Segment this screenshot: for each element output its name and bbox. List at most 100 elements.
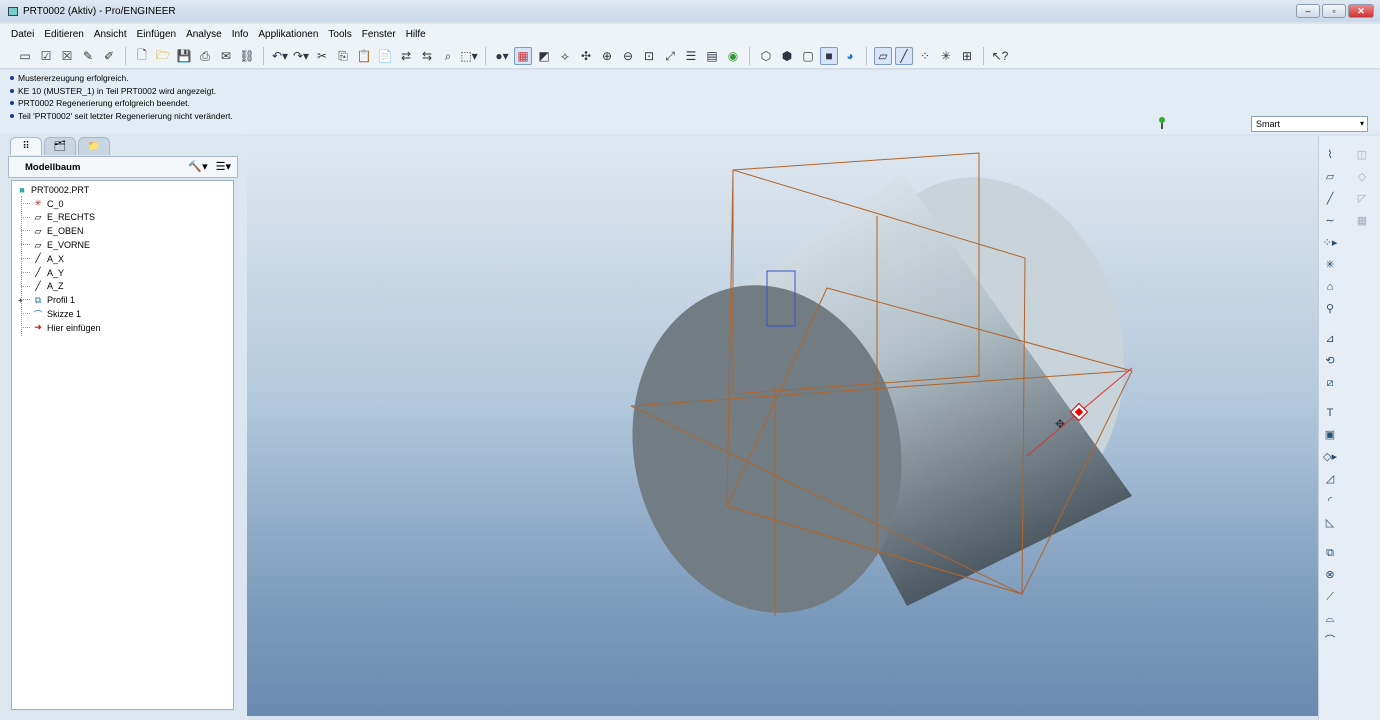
paste-icon[interactable]: 📋 (355, 47, 373, 65)
repaint-icon[interactable]: ◩ (535, 47, 553, 65)
component-tool-icon[interactable]: ◫ (1353, 146, 1371, 164)
coordinate-systems-toggle-icon[interactable]: ✳ (937, 47, 955, 65)
thicken-tool-icon[interactable]: ⌒ (1321, 632, 1339, 650)
draft-tool-icon[interactable]: ◿ (1321, 470, 1339, 488)
redo-icon[interactable]: ↷▾ (292, 47, 310, 65)
revolve-tool-icon[interactable]: ⟲ (1321, 352, 1339, 370)
wireframe-icon[interactable]: ⬡ (757, 47, 775, 65)
shell-tool-icon[interactable]: ▣ (1321, 426, 1339, 444)
no-hidden-icon[interactable]: ▢ (799, 47, 817, 65)
datum-axis-tool-icon[interactable]: ╱ (1321, 190, 1339, 208)
minimize-button[interactable]: ‒ (1296, 4, 1320, 18)
cut-icon[interactable]: ✂ (313, 47, 331, 65)
rib-tool-icon[interactable]: ◇▸ (1321, 448, 1339, 466)
menu-hilfe[interactable]: Hilfe (401, 29, 431, 40)
display-style-icon[interactable]: ●▾ (493, 47, 511, 65)
tree-item[interactable]: ⌒ Skizze 1 (12, 307, 233, 321)
annotations-toggle-icon[interactable]: ⊞ (958, 47, 976, 65)
cylinder-solid[interactable] (603, 152, 1155, 638)
chamfer-tool-icon[interactable]: ◺ (1321, 514, 1339, 532)
datum-points-toggle-icon[interactable]: ⁘ (916, 47, 934, 65)
print-icon[interactable]: ⎙ (196, 47, 214, 65)
graphics-viewport[interactable]: ✥ (247, 136, 1318, 716)
sketch-tool-icon[interactable]: ⌇ (1321, 146, 1339, 164)
tree-item[interactable]: + ⧉ Profil 1 (12, 293, 233, 307)
undo-icon[interactable]: ↶▾ (271, 47, 289, 65)
tab-model-tree[interactable]: ⠿ (10, 137, 42, 155)
merge-tool-icon[interactable]: ⊗ (1321, 566, 1339, 584)
datum-point-tool-icon[interactable]: ⁘▸ (1321, 234, 1339, 252)
tree-root[interactable]: ■ PRT0002.PRT (12, 183, 233, 197)
save-icon[interactable]: 💾 (175, 47, 193, 65)
datum-curve-tool-icon[interactable]: ∼ (1321, 212, 1339, 230)
zoom-out-icon[interactable]: ⊖ (619, 47, 637, 65)
saved-views-icon[interactable]: ☰ (682, 47, 700, 65)
select-box-icon[interactable]: ⬚▾ (460, 47, 478, 65)
layers-icon[interactable]: ◉ (724, 47, 742, 65)
window-close-icon[interactable]: ☒ (58, 47, 76, 65)
menu-applikationen[interactable]: Applikationen (253, 29, 323, 40)
tab-favorites[interactable]: 📁 (78, 137, 110, 155)
window-activate-icon[interactable]: ▭ (16, 47, 34, 65)
tree-item[interactable]: ╱ A_X (12, 252, 233, 266)
refit-icon[interactable]: ⊡ (640, 47, 658, 65)
analysis-feature-icon[interactable]: ⌂ (1321, 278, 1339, 296)
coordinate-system-tool-icon[interactable]: ✳ (1321, 256, 1339, 274)
tree-columns-icon[interactable]: ☰▾ (216, 160, 231, 173)
mirror-tool-icon[interactable]: ⧉ (1321, 544, 1339, 562)
enhanced-realism-icon[interactable]: ◕ (841, 47, 859, 65)
expand-icon[interactable]: + (18, 296, 23, 305)
tree-item[interactable]: ╱ A_Y (12, 266, 233, 280)
shading-icon[interactable]: ■ (820, 47, 838, 65)
send-link-icon[interactable]: ⛓ (238, 47, 256, 65)
grid-tool-icon[interactable]: ▦ (1353, 212, 1371, 230)
datum-planes-toggle-icon[interactable]: ▱ (874, 47, 892, 65)
datum-plane-tool-icon[interactable]: ▱ (1321, 168, 1339, 186)
hole-tool-icon[interactable]: T (1321, 404, 1339, 422)
new-file-icon[interactable]: 🗋 (133, 47, 151, 65)
tree-item[interactable]: ▱ E_RECHTS (12, 211, 233, 225)
extrude-tool-icon[interactable]: ⊿ (1321, 330, 1339, 348)
edit-definition-icon[interactable]: ✎ (79, 47, 97, 65)
tab-folder-browser[interactable]: 🗂 (44, 137, 76, 155)
tree-item[interactable]: ╱ A_Z (12, 280, 233, 294)
menu-info[interactable]: Info (227, 29, 254, 40)
tree-item[interactable]: ▱ E_VORNE (12, 238, 233, 252)
regenerate-model-icon[interactable]: ⇆ (418, 47, 436, 65)
selection-filter-dropdown[interactable]: Smart ▾ (1251, 116, 1368, 132)
color-appearance-icon[interactable]: ▦ (514, 47, 532, 65)
trim-tool-icon[interactable]: ⟋ (1321, 588, 1339, 606)
menu-editieren[interactable]: Editieren (39, 29, 88, 40)
panel-splitter[interactable] (241, 484, 246, 634)
hidden-line-icon[interactable]: ⬢ (778, 47, 796, 65)
context-help-icon[interactable]: ↖? (991, 47, 1009, 65)
spin-center-icon[interactable]: ⟡ (556, 47, 574, 65)
pattern-tool-icon[interactable]: ◇ (1353, 168, 1371, 186)
open-file-icon[interactable]: 🗁 (154, 47, 172, 65)
tree-item[interactable]: ➜ Hier einfügen (12, 321, 233, 335)
zoom-in-icon[interactable]: ⊕ (598, 47, 616, 65)
find-icon[interactable]: ⌕ (439, 47, 457, 65)
tree-item[interactable]: ✳ C_0 (12, 197, 233, 211)
send-mail-icon[interactable]: ✉ (217, 47, 235, 65)
maximize-button[interactable]: ▫ (1322, 4, 1346, 18)
close-button[interactable]: ✕ (1348, 4, 1374, 18)
menu-analyse[interactable]: Analyse (181, 29, 227, 40)
regenerate-icon[interactable]: ✐ (100, 47, 118, 65)
datum-axes-toggle-icon[interactable]: ╱ (895, 47, 913, 65)
window-new-icon[interactable]: ☑ (37, 47, 55, 65)
menu-ansicht[interactable]: Ansicht (89, 29, 132, 40)
paste-special-icon[interactable]: 📄 (376, 47, 394, 65)
menu-einfuegen[interactable]: Einfügen (132, 29, 181, 40)
round-tool-icon[interactable]: ◜ (1321, 492, 1339, 510)
orient-mode-icon[interactable]: ✣ (577, 47, 595, 65)
tree-item[interactable]: ▱ E_OBEN (12, 224, 233, 238)
menu-fenster[interactable]: Fenster (357, 29, 401, 40)
menu-datei[interactable]: Datei (6, 29, 39, 40)
copy-icon[interactable]: ⎘ (334, 47, 352, 65)
menu-tools[interactable]: Tools (323, 29, 356, 40)
sweep-tool-icon[interactable]: ⧄ (1321, 374, 1339, 392)
tree-settings-icon[interactable]: 🔨▾ (188, 160, 207, 173)
sketched-curve-icon[interactable]: ⚲ (1321, 300, 1339, 318)
offset-tool-icon[interactable]: ⌓ (1321, 610, 1339, 628)
